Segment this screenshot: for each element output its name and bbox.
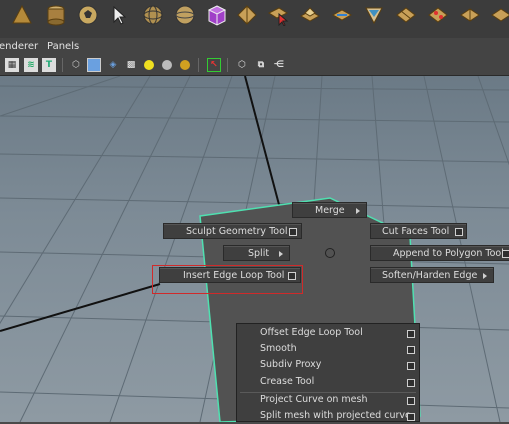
shelf <box>0 0 509 39</box>
offset-edge-loop-tool-item[interactable]: Offset Edge Loop Tool <box>237 325 419 341</box>
textured-cube-icon[interactable]: ◈ <box>106 58 120 72</box>
sphere-icon[interactable] <box>173 3 197 27</box>
text-icon[interactable]: T <box>42 58 56 72</box>
split-menu-item[interactable]: Split <box>223 245 290 261</box>
split-label: Split <box>248 248 270 259</box>
merge-verts-icon[interactable] <box>489 3 509 27</box>
submenu-arrow-icon <box>483 273 487 279</box>
cursor-plane-icon[interactable] <box>266 3 290 27</box>
option-box-icon[interactable] <box>407 379 415 387</box>
sculpt-geometry-label: Sculpt Geometry Tool <box>186 226 288 237</box>
list-item-label: Subdiv Proxy <box>260 359 322 370</box>
bridge-icon[interactable] <box>362 3 386 27</box>
list-item-label: Crease Tool <box>260 376 315 387</box>
split-icon[interactable] <box>394 3 418 27</box>
cursor-icon[interactable] <box>108 3 132 27</box>
cylinder-icon[interactable] <box>44 3 68 27</box>
toolbar-separator <box>227 58 228 72</box>
viewport-toolbar: ▦ ≋ T ⬡ ◈ ▩ ↖ ⬡ ⧉ ⋲ <box>0 55 509 76</box>
option-box-icon[interactable] <box>455 228 463 236</box>
xray-joints-icon[interactable]: ⧉ <box>254 58 268 72</box>
option-box-icon[interactable] <box>407 397 415 405</box>
merge-menu-item[interactable]: Merge <box>292 202 367 218</box>
option-box-icon[interactable] <box>502 250 509 258</box>
sphere-wire-icon[interactable] <box>141 3 165 27</box>
list-item-label: Offset Edge Loop Tool <box>260 327 363 338</box>
option-box-icon[interactable] <box>407 413 415 421</box>
isolate-select-icon[interactable]: ↖ <box>207 58 221 72</box>
grid-icon[interactable]: ▦ <box>5 58 19 72</box>
list-item-label: Smooth <box>260 343 297 354</box>
crease-tool-item[interactable]: Crease Tool <box>237 374 419 390</box>
combine-icon[interactable] <box>426 3 450 27</box>
marking-menu-list: Offset Edge Loop Tool Smooth Subdiv Prox… <box>236 323 420 422</box>
subdiv-proxy-item[interactable]: Subdiv Proxy <box>237 357 419 373</box>
list-item-label: Project Curve on mesh <box>260 394 368 405</box>
merge-label: Merge <box>315 205 345 216</box>
soften-harden-edge-item[interactable]: Soften/Harden Edge <box>370 267 494 283</box>
append-to-polygon-tool-item[interactable]: Append to Polygon Tool <box>370 245 509 261</box>
plane-icon[interactable] <box>235 3 259 27</box>
cut-faces-label: Cut Faces Tool <box>382 226 450 237</box>
menu-renderer[interactable]: enderer <box>0 41 38 52</box>
share-icon[interactable]: ⋲ <box>272 58 286 72</box>
highlight-box <box>152 265 303 294</box>
project-curve-on-mesh-item[interactable]: Project Curve on mesh <box>237 392 419 408</box>
xray-icon[interactable]: ⬡ <box>235 58 249 72</box>
bevel-icon[interactable] <box>330 3 354 27</box>
append-to-polygon-label: Append to Polygon Tool <box>393 248 504 259</box>
light-yellow-icon[interactable] <box>142 58 156 72</box>
sculpt-geometry-tool-item[interactable]: Sculpt Geometry Tool <box>163 223 302 239</box>
cut-faces-tool-item[interactable]: Cut Faces Tool <box>370 223 467 239</box>
gold-sphere-icon[interactable] <box>178 58 192 72</box>
submenu-arrow-icon <box>279 251 283 257</box>
menubar: enderer Panels <box>0 38 509 55</box>
toolbar-separator <box>62 58 63 72</box>
separate-icon[interactable] <box>458 3 482 27</box>
smooth-item[interactable]: Smooth <box>237 341 419 357</box>
option-box-icon[interactable] <box>407 330 415 338</box>
shadow-sphere-icon[interactable] <box>160 58 174 72</box>
marking-menu-center-icon <box>325 248 335 258</box>
wireframe-cube-icon[interactable]: ⬡ <box>69 58 83 72</box>
submenu-arrow-icon <box>356 208 360 214</box>
pyramid-icon[interactable] <box>10 3 34 27</box>
checker-icon[interactable]: ▩ <box>124 58 138 72</box>
soccer-ball-icon[interactable] <box>76 3 100 27</box>
extrude-icon[interactable] <box>298 3 322 27</box>
cube-purple-icon[interactable] <box>205 3 229 27</box>
texture-icon[interactable]: ≋ <box>24 58 38 72</box>
smooth-shade-cube-icon[interactable] <box>87 58 101 72</box>
toolbar-separator <box>198 58 199 72</box>
option-box-icon[interactable] <box>289 228 297 236</box>
menu-panels[interactable]: Panels <box>47 41 79 52</box>
option-box-icon[interactable] <box>407 346 415 354</box>
soften-harden-label: Soften/Harden Edge <box>382 270 478 281</box>
option-box-icon[interactable] <box>407 362 415 370</box>
